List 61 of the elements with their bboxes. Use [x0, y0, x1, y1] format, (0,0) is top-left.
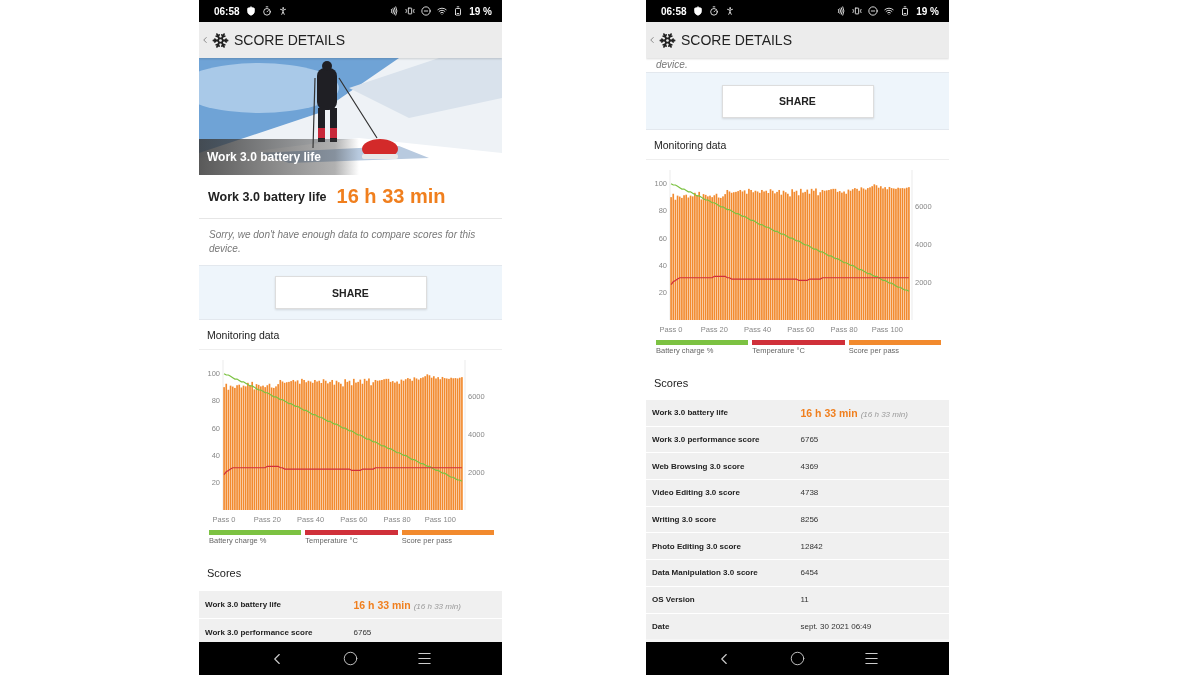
score-label: Data Manipulation 3.0 score [652, 568, 759, 578]
score-value: 16 h 33 min [353, 598, 411, 611]
score-detail: (16 h 33 min) [860, 409, 908, 419]
wifi-icon [884, 6, 895, 16]
minus-circle-icon [421, 6, 432, 16]
timer-icon [261, 6, 272, 16]
shield-icon [245, 6, 256, 16]
status-time: 06:58 [214, 5, 240, 17]
battery-icon [453, 6, 464, 16]
note-text: Sorry, we don't have enough data to compare scores for this device. [209, 228, 477, 256]
home-icon[interactable] [343, 651, 359, 666]
person-icon [277, 6, 288, 16]
result-value: 16 h 33 min [336, 185, 446, 208]
score-value: 6765 [800, 435, 819, 445]
result-label: Work 3.0 battery life [208, 189, 327, 204]
score-value: 4369 [800, 461, 819, 471]
minus-circle-icon [868, 6, 879, 16]
score-label: Video Editing 3.0 score [652, 488, 741, 498]
section-title: Monitoring data [654, 138, 727, 151]
snowflake-icon [212, 31, 229, 49]
shield-icon [692, 6, 703, 16]
score-label: Work 3.0 performance score [652, 435, 761, 445]
share-button[interactable]: SHARE [721, 84, 874, 118]
score-label: OS Version [652, 595, 696, 605]
score-label: Work 3.0 battery life [205, 600, 282, 609]
vibrate-icon [852, 6, 863, 16]
note-text: device. [656, 58, 688, 72]
score-label: Photo Editing 3.0 score [652, 541, 742, 551]
home-icon[interactable] [790, 651, 806, 666]
status-time: 06:58 [661, 5, 687, 17]
score-value: 16 h 33 min [800, 406, 858, 419]
score-label: Writing 3.0 score [652, 515, 718, 525]
score-label: Web Browsing 3.0 score [652, 461, 746, 471]
score-value: 6454 [800, 568, 819, 578]
score-value: 8256 [800, 515, 819, 525]
wifi-icon [437, 6, 448, 16]
timer-icon [708, 6, 719, 16]
share-button[interactable]: SHARE [274, 276, 427, 309]
snowflake-icon [659, 31, 676, 49]
vibrate-icon [405, 6, 416, 16]
score-detail: (16 h 33 min) [413, 601, 461, 611]
score-value: 4738 [800, 488, 819, 498]
section-title: Monitoring data [207, 328, 280, 341]
section-title: Scores [654, 376, 689, 389]
section-title: Scores [207, 567, 242, 579]
page-title: SCORE DETAILS [681, 32, 792, 48]
score-label: Date [652, 621, 671, 631]
score-value: 12842 [800, 541, 823, 551]
page-title: SCORE DETAILS [234, 32, 345, 48]
battery-icon [900, 6, 911, 16]
score-label: Work 3.0 battery life [652, 408, 729, 418]
battery-percent: 19 % [916, 5, 939, 17]
score-value: sept. 30 2021 06:49 [800, 621, 872, 631]
score-label: Work 3.0 performance score [205, 628, 314, 637]
person-icon [724, 6, 735, 16]
menu-icon[interactable] [863, 650, 881, 667]
score-value: 6765 [353, 628, 372, 637]
menu-icon[interactable] [416, 650, 434, 667]
score-value: 11 [800, 595, 809, 605]
battery-percent: 19 % [469, 5, 492, 17]
hero-caption: Work 3.0 battery life [199, 139, 359, 175]
